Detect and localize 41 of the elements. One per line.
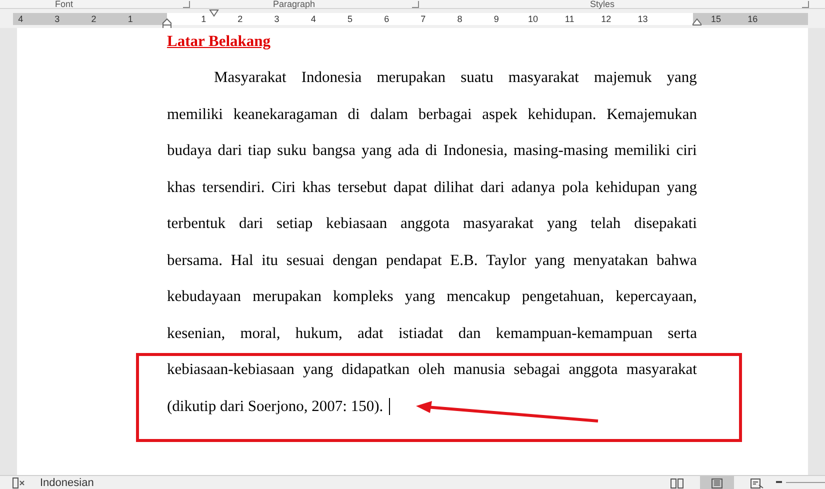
body-text-line: kebiasaan-kebiasaan yang didapatkan oleh manusia sebagai anggota masyarakat [167,360,697,380]
body-text-line: (dikutip dari Soerjono, 2007: 150). [167,396,384,416]
right-indent-icon[interactable] [692,18,702,26]
ruler-number: 5 [348,13,352,25]
language-indicator[interactable]: Indonesian [40,476,94,489]
body-text-line: kesenian, moral, hukum, adat istiadat dan kemampuan-kemampuan serta [167,324,697,344]
ruler-number: 8 [457,13,462,25]
ruler-number: 1 [128,13,133,25]
ruler-number: 9 [494,13,499,25]
ribbon-group-label: Paragraph [273,0,316,8]
ruler-number: 10 [528,13,538,25]
ruler-number: 2 [91,13,96,25]
body-text-line: terbentuk dari setiap kebiasaan anggota masyarakat yang telah disepakati [167,214,697,234]
ruler-number: 6 [384,13,390,25]
ruler-number: 13 [638,13,648,25]
ruler-number: 16 [748,13,758,25]
body-text-line: khas tersendiri. Ciri khas tersebut dapat dilihat dari adanya pola kehidupan yang [167,178,697,198]
body-text-line: bersama. Hal itu sesuai dengan pendapat E.B. Taylor yang menyatakan bahwa [167,250,697,270]
ruler-number: 3 [54,13,60,25]
text-cursor [389,398,390,416]
ruler-number: 4 [310,13,316,25]
body-text-line: Masyarakat Indonesia merupakan suatu masyarakat majemuk yang [213,68,697,88]
ruler-number: 4 [18,13,24,25]
proofing-icon[interactable] [12,477,26,489]
dialog-launcher-icon[interactable] [183,1,190,8]
ruler-number: 12 [601,13,612,25]
ruler-number: 3 [274,13,280,25]
dialog-launcher-icon[interactable] [802,1,809,8]
dialog-launcher-icon[interactable] [412,1,419,8]
section-heading: Latar Belakang [167,32,270,52]
ruler-number: 1 [201,13,206,25]
print-layout-icon[interactable] [700,476,734,489]
ribbon-group-label: Font [55,0,74,8]
ruler-number: 15 [711,13,721,25]
ruler-number: 11 [564,13,574,25]
body-text-line: kebudayaan merupakan kompleks yang mencakup pengetahuan, kepercayaan, [167,287,697,307]
ruler-number: 2 [238,13,243,25]
body-text-line: memiliki keanekaragaman di dalam berbagai aspek kehidupan. Kemajemukan [167,104,697,124]
ruler-number: 7 [420,13,426,25]
ribbon-group-label: Styles [590,0,615,8]
body-text-line: budaya dari tiap suku bangsa yang ada di Indonesia, masing-masing memiliki ciri [167,141,697,161]
